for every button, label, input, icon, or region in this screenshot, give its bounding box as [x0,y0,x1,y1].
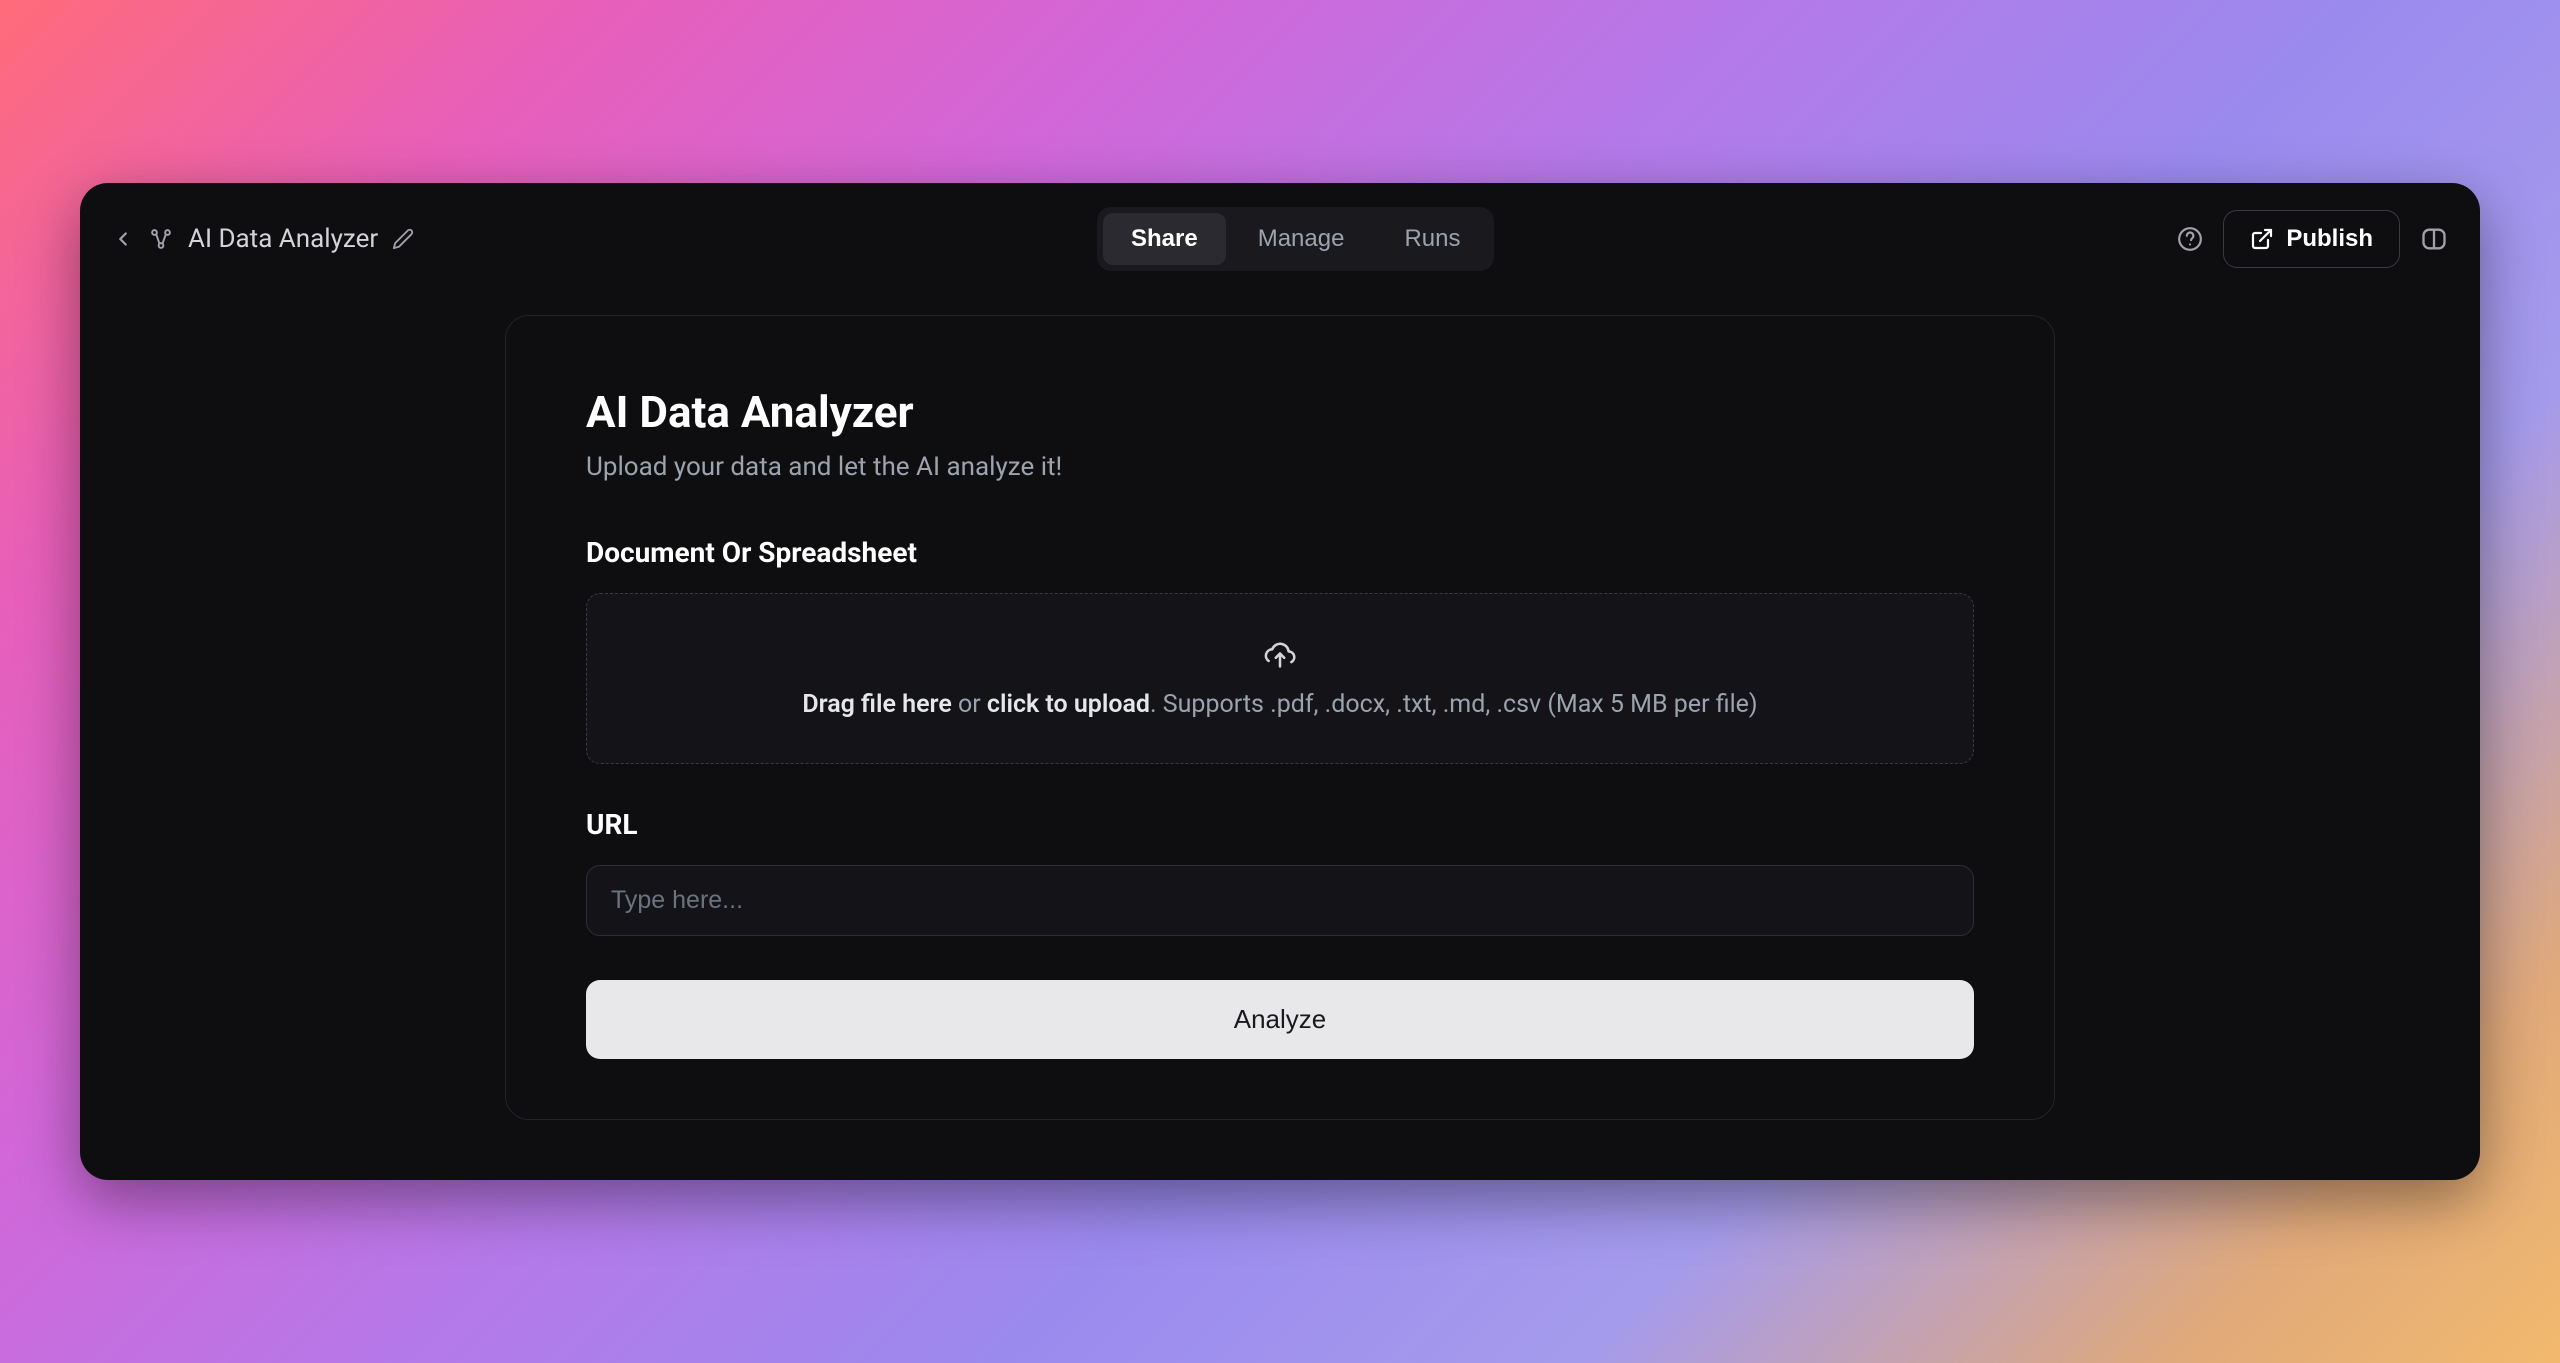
content-area: AI Data Analyzer Upload your data and le… [80,295,2480,1180]
analyze-button[interactable]: Analyze [586,980,1974,1059]
dropzone-text: Drag file here or click to upload. Suppo… [802,690,1757,719]
publish-label: Publish [2286,225,2373,253]
file-dropzone[interactable]: Drag file here or click to upload. Suppo… [586,593,1974,764]
upload-cloud-icon [1261,638,1299,672]
edit-title-button[interactable] [392,228,414,250]
help-circle-icon [2177,226,2203,252]
external-link-icon [2250,227,2274,251]
topbar-right: Publish [2177,210,2448,268]
topbar: AI Data Analyzer Share Manage Runs Publi… [80,183,2480,295]
tab-runs[interactable]: Runs [1376,213,1488,265]
page-subtitle: Upload your data and let the AI analyze … [586,452,1974,482]
url-input[interactable] [586,865,1974,936]
main-card: AI Data Analyzer Upload your data and le… [505,315,2055,1120]
app-window: AI Data Analyzer Share Manage Runs Publi… [80,183,2480,1180]
publish-button[interactable]: Publish [2223,210,2400,268]
dropzone-or-text: or [952,690,987,719]
chevron-left-icon [112,228,134,250]
dropzone-supports-text: . Supports .pdf, .docx, .txt, .md, .csv … [1150,690,1758,719]
tabs: Share Manage Runs [1097,207,1494,271]
panel-icon [2420,225,2448,253]
document-section-label: Document Or Spreadsheet [586,536,1974,569]
tab-share[interactable]: Share [1103,213,1226,265]
app-title: AI Data Analyzer [188,224,378,254]
dropzone-drag-text: Drag file here [802,690,951,719]
panel-toggle-button[interactable] [2420,225,2448,253]
dropzone-click-text: click to upload [987,690,1150,719]
tab-manage[interactable]: Manage [1230,213,1373,265]
help-button[interactable] [2177,226,2203,252]
url-section-label: URL [586,808,1974,841]
page-title: AI Data Analyzer [586,386,1974,438]
topbar-left: AI Data Analyzer [112,224,414,254]
workflow-icon [148,226,174,252]
pencil-icon [392,228,414,250]
back-button[interactable] [112,228,134,250]
